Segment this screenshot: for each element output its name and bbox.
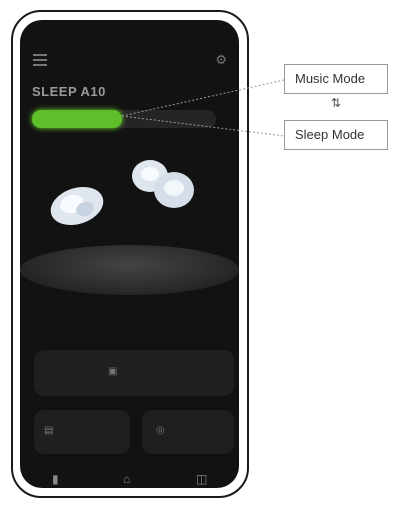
- bottom-nav: ▮ ⌂ ◫: [20, 468, 239, 488]
- sleep-mode-callout: Sleep Mode: [284, 120, 388, 150]
- music-mode-callout: Music Mode: [284, 64, 388, 94]
- settings-icon[interactable]: ⚙: [215, 52, 227, 68]
- mode-toggle-active[interactable]: [32, 110, 122, 128]
- stats-icon[interactable]: ◫: [196, 472, 207, 486]
- earbud-platform: [20, 245, 239, 295]
- app-screen: ⚙ SLEEP A10 ▣ ▤ ◎ ▮ ⌂ ◫: [20, 20, 239, 488]
- right-feature-card[interactable]: ◎: [142, 410, 234, 454]
- mode-toggle-inactive[interactable]: [132, 110, 216, 128]
- earbud-right-image: [132, 160, 194, 208]
- mode-toggle[interactable]: [32, 110, 216, 128]
- device-name: SLEEP A10: [32, 84, 106, 99]
- library-icon[interactable]: ▮: [52, 472, 59, 486]
- battery-row: [20, 320, 239, 336]
- earbud-left-image: [50, 186, 104, 226]
- right-card-icon: ◎: [156, 425, 165, 436]
- left-card-icon: ▤: [44, 425, 54, 436]
- main-feature-card[interactable]: ▣: [34, 350, 234, 396]
- home-icon[interactable]: ⌂: [123, 472, 130, 486]
- feature-icon: ▣: [108, 366, 118, 377]
- left-feature-card[interactable]: ▤: [34, 410, 130, 454]
- swap-arrows-icon: ⇅: [331, 96, 342, 110]
- menu-icon[interactable]: [33, 54, 47, 66]
